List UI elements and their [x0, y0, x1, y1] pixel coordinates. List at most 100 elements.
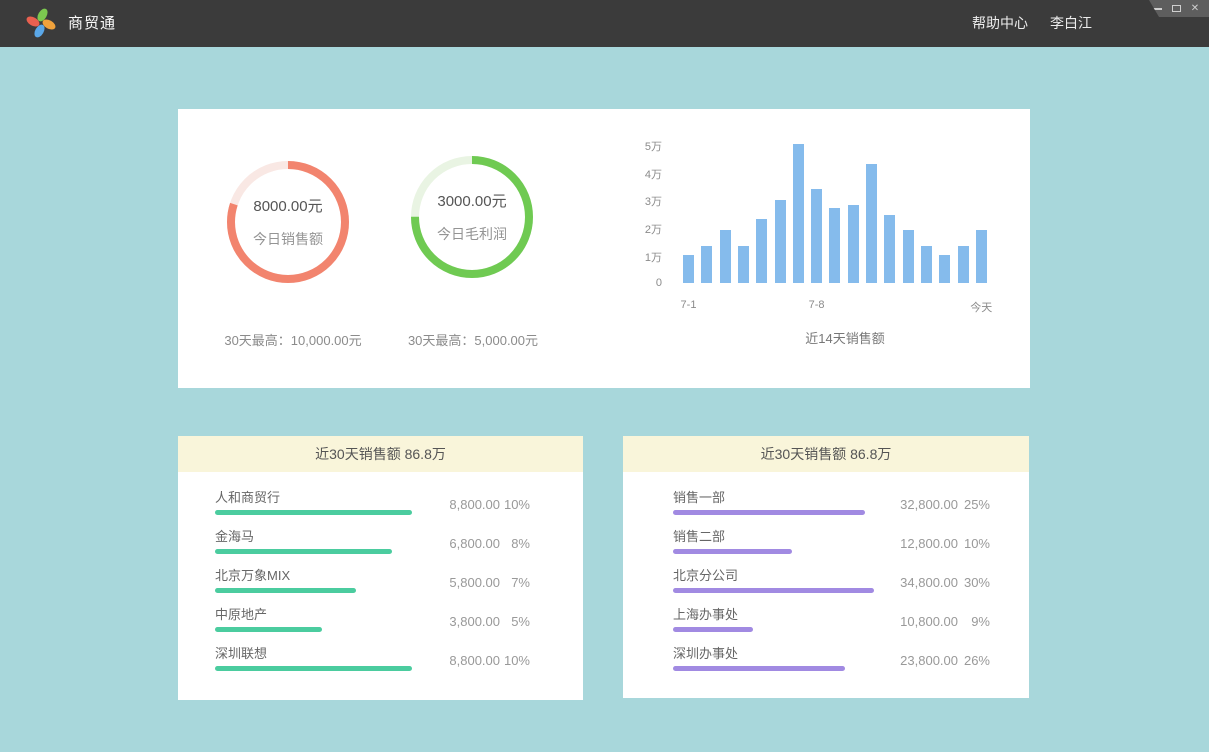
maximize-button[interactable] [1170, 3, 1182, 15]
ranking-rows: 销售一部 32,800.0025% 销售二部 12,800.0010% 北京分公司 34,… [623, 484, 1029, 679]
ranking-rows: 人和商贸行8,800.0010%金海马6,800.008%北京万象MIX5,80… [178, 484, 583, 679]
row-name: 深圳办事处 [673, 643, 738, 662]
row-name: 销售一部 [673, 487, 725, 506]
list-item: 上海办事处 10,800.009% [623, 601, 1029, 640]
sales-bar [738, 246, 749, 283]
row-values: 34,800.0030% [870, 575, 990, 590]
row-percent: 7% [500, 575, 530, 590]
row-percent: 10% [500, 497, 530, 512]
sales-bar [921, 246, 932, 283]
row-progress-bar [673, 588, 874, 593]
sales-bar [775, 200, 786, 283]
row-amount: 23,800.00 [870, 653, 958, 668]
row-values: 10,800.009% [870, 614, 990, 629]
row-progress-bar [215, 627, 322, 632]
y-axis-tick: 3万 [618, 193, 662, 209]
row-progress-bar [673, 627, 753, 632]
row-progress-bar [215, 588, 356, 593]
maximize-icon [1172, 5, 1181, 12]
row-amount: 34,800.00 [870, 575, 958, 590]
list-item: 销售二部 12,800.0010% [623, 523, 1029, 562]
recent-sales-bar-chart: 5万 4万 3万 2万 1万 0 7-1 7-8 今天近14天销售额 [178, 109, 1030, 388]
help-center-link[interactable]: 帮助中心 [972, 0, 1028, 47]
row-amount: 8,800.00 [420, 653, 500, 668]
sales-bar [939, 255, 950, 283]
departments-ranking-card: 近30天销售额 86.8万销售一部 32,800.0025% 销售二部 12,800.… [623, 436, 1029, 698]
ranking-card-title: 近30天销售额 86.8万 [623, 436, 1029, 472]
row-percent: 30% [958, 575, 990, 590]
row-values: 12,800.0010% [870, 536, 990, 551]
sales-bar [756, 219, 767, 283]
row-progress-bar [215, 666, 412, 671]
row-amount: 6,800.00 [420, 536, 500, 551]
row-percent: 5% [500, 614, 530, 629]
row-name: 人和商贸行 [215, 487, 280, 506]
list-item: 销售一部 32,800.0025% [623, 484, 1029, 523]
row-percent: 9% [958, 614, 990, 629]
list-item: 人和商贸行 8,800.0010% [178, 484, 583, 523]
app-title: 商贸通 [68, 0, 116, 47]
customers-ranking-card: 近30天销售额 86.8万人和商贸行8,800.0010%金海马6,800.00… [178, 436, 583, 700]
list-item: 北京分公司 34,800.0030% [623, 562, 1029, 601]
sales-bar [958, 246, 969, 283]
x-axis-tick: 今天 [959, 299, 1003, 315]
row-name: 深圳联想 [215, 643, 267, 662]
row-values: 32,800.0025% [870, 497, 990, 512]
list-item: 金海马 6,800.008% [178, 523, 583, 562]
list-item: 深圳联想 8,800.0010% [178, 640, 583, 679]
summary-card: 8000.00元今日销售额 30天最高：10,000.00元 3000.00元今… [178, 109, 1030, 388]
row-amount: 10,800.00 [870, 614, 958, 629]
row-percent: 25% [958, 497, 990, 512]
row-name: 北京万象MIX [215, 565, 290, 584]
row-progress-bar [673, 510, 865, 515]
window-controls: ✕ [1145, 0, 1209, 17]
y-axis-tick: 2万 [618, 221, 662, 237]
pinwheel-logo-icon [26, 8, 56, 38]
row-percent: 26% [958, 653, 990, 668]
minimize-button[interactable] [1151, 3, 1163, 15]
sales-bar [720, 230, 731, 283]
list-item: 北京万象MIX 5,800.007% [178, 562, 583, 601]
row-name: 金海马 [215, 526, 254, 545]
row-percent: 8% [500, 536, 530, 551]
ranking-card-title: 近30天销售额 86.8万 [178, 436, 583, 472]
row-values: 3,800.005% [420, 614, 530, 629]
row-name: 上海办事处 [673, 604, 738, 623]
row-values: 5,800.007% [420, 575, 530, 590]
sales-bar [884, 215, 895, 283]
list-item: 中原地产 3,800.005% [178, 601, 583, 640]
sales-bar [866, 164, 877, 283]
row-amount: 12,800.00 [870, 536, 958, 551]
row-name: 销售二部 [673, 526, 725, 545]
minimize-icon [1153, 8, 1162, 10]
bar-chart-caption: 近14天销售额 [775, 328, 915, 347]
row-values: 8,800.0010% [420, 497, 530, 512]
sales-bar [811, 189, 822, 283]
row-name: 中原地产 [215, 604, 267, 623]
row-progress-bar [215, 510, 412, 515]
row-progress-bar [673, 549, 792, 554]
y-axis-tick: 1万 [618, 249, 662, 265]
row-amount: 32,800.00 [870, 497, 958, 512]
row-name: 北京分公司 [673, 565, 738, 584]
x-axis-tick: 7-1 [667, 299, 711, 311]
sales-bar [701, 246, 712, 283]
sales-bar [976, 230, 987, 283]
sales-bar [829, 208, 840, 283]
row-percent: 10% [958, 536, 990, 551]
y-axis-tick: 0 [618, 277, 662, 289]
row-progress-bar [673, 666, 845, 671]
username-link[interactable]: 李白江 [1050, 0, 1092, 47]
titlebar: 商贸通 帮助中心 李白江 ✕ [0, 0, 1209, 47]
y-axis-tick: 4万 [618, 166, 662, 182]
row-amount: 3,800.00 [420, 614, 500, 629]
y-axis-tick: 5万 [618, 138, 662, 154]
close-icon: ✕ [1191, 4, 1199, 14]
row-values: 23,800.0026% [870, 653, 990, 668]
sales-bar [683, 255, 694, 283]
x-axis-tick: 7-8 [795, 299, 839, 311]
row-amount: 8,800.00 [420, 497, 500, 512]
row-values: 8,800.0010% [420, 653, 530, 668]
close-button[interactable]: ✕ [1189, 3, 1201, 15]
row-progress-bar [215, 549, 392, 554]
